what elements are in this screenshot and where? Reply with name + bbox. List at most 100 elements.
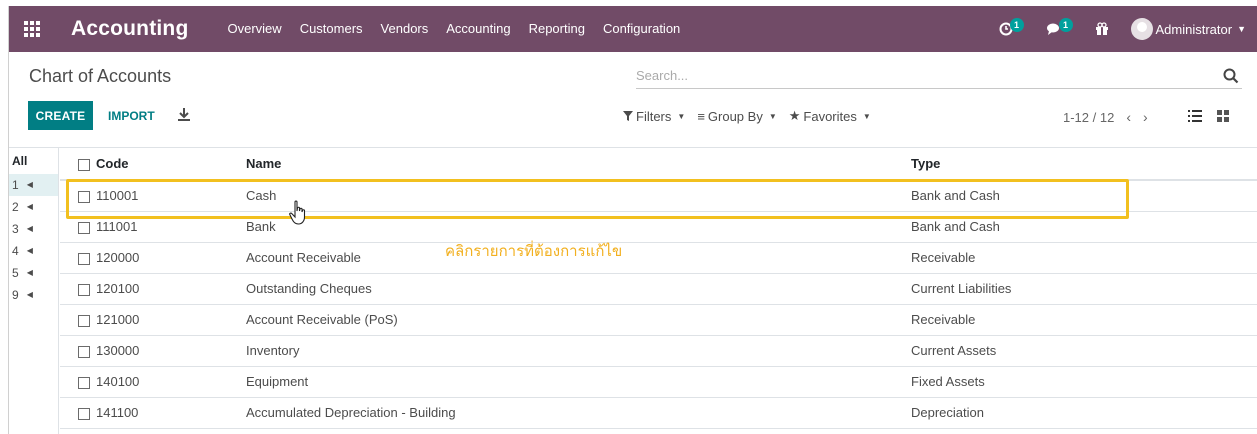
list-icon (1188, 110, 1202, 122)
activity-menu[interactable]: 1 (988, 6, 1035, 52)
table-row[interactable]: 120100 Outstanding Cheques Current Liabi… (60, 273, 1257, 305)
cell-code: 111001 (96, 211, 246, 243)
table-row[interactable]: 130000 Inventory Current Assets (60, 335, 1257, 367)
cell-type: Receivable (911, 242, 1257, 274)
cell-name: Outstanding Cheques (246, 273, 911, 305)
messages-badge: 1 (1058, 18, 1073, 32)
cell-code: 120100 (96, 273, 246, 305)
star-icon: ★ (788, 108, 801, 123)
column-header-type[interactable]: Type (911, 148, 1257, 181)
row-checkbox[interactable] (78, 252, 90, 265)
select-all-cell (60, 148, 96, 181)
table-row[interactable]: 110001 Cash Bank and Cash (60, 180, 1257, 212)
table-row[interactable]: 111001 Bank Bank and Cash (60, 211, 1257, 243)
accounts-list: Code Name Type 110001 Cash Bank and Cash… (60, 148, 1257, 429)
cell-code: 130000 (96, 335, 246, 367)
caret-left-icon: ◀ (26, 246, 33, 255)
cell-type: Current Assets (911, 335, 1257, 367)
caret-left-icon: ◀ (26, 290, 33, 299)
row-checkbox[interactable] (78, 345, 90, 358)
user-name: Administrator (1155, 21, 1233, 37)
hand-pointer-icon (289, 200, 306, 225)
sidebar-item-1[interactable]: 1 ◀ (9, 174, 58, 196)
sidebar-item-label: 2 (12, 200, 19, 214)
kanban-view-button[interactable] (1209, 104, 1237, 128)
list-view-button[interactable] (1181, 104, 1209, 128)
cell-code: 140100 (96, 366, 246, 398)
sidebar-item-5[interactable]: 5 ◀ (9, 262, 58, 284)
menu-configuration[interactable]: Configuration (594, 6, 689, 52)
table-header-row: Code Name Type (60, 148, 1257, 181)
sidebar-item-2[interactable]: 2 ◀ (9, 196, 58, 218)
cell-type: Receivable (911, 304, 1257, 336)
group-by-dropdown[interactable]: ≡ Group By ▼ (697, 109, 776, 124)
cell-type: Depreciation (911, 397, 1257, 429)
download-icon[interactable] (176, 107, 192, 123)
table-row[interactable]: 140100 Equipment Fixed Assets (60, 366, 1257, 398)
cell-name: Account Receivable (PoS) (246, 304, 911, 336)
group-by-label: Group By (707, 108, 763, 124)
main-menu: Overview Customers Vendors Accounting Re… (219, 6, 690, 52)
sidebar-item-label: 1 (12, 178, 19, 192)
sidebar-item-label: 3 (12, 222, 19, 236)
cell-type: Current Liabilities (911, 273, 1257, 305)
table-row[interactable]: 120000 Account Receivable Receivable (60, 242, 1257, 274)
caret-down-icon: ▼ (768, 111, 777, 121)
accounts-table: Code Name Type 110001 Cash Bank and Cash… (60, 148, 1257, 429)
import-button[interactable]: IMPORT (108, 101, 155, 130)
caret-left-icon: ◀ (26, 268, 33, 277)
control-panel: Chart of Accounts CREATE IMPORT Filters … (9, 52, 1257, 148)
row-checkbox[interactable] (78, 221, 90, 234)
menu-customers[interactable]: Customers (291, 6, 372, 52)
row-checkbox[interactable] (78, 314, 90, 327)
cell-type: Bank and Cash (911, 211, 1257, 243)
menu-accounting[interactable]: Accounting (437, 6, 519, 52)
pager-value[interactable]: 1-12 / 12 (1063, 110, 1114, 125)
create-button[interactable]: CREATE (28, 101, 93, 130)
page-title: Chart of Accounts (29, 66, 172, 86)
menu-vendors[interactable]: Vendors (372, 6, 438, 52)
menu-reporting[interactable]: Reporting (520, 6, 594, 52)
search-icon[interactable] (1222, 67, 1240, 85)
bars-icon: ≡ (697, 108, 705, 124)
kanban-icon (1217, 110, 1229, 122)
table-row[interactable]: 141100 Accumulated Depreciation - Buildi… (60, 397, 1257, 429)
menu-overview[interactable]: Overview (219, 6, 291, 52)
caret-left-icon: ◀ (26, 202, 33, 211)
cell-type: Bank and Cash (911, 180, 1257, 212)
row-checkbox[interactable] (78, 283, 90, 296)
select-all-checkbox[interactable] (78, 158, 90, 171)
search-bar (636, 63, 1242, 89)
sidebar-item-label: 4 (12, 244, 19, 258)
sidebar-item-label: 9 (12, 288, 19, 302)
column-header-code[interactable]: Code (96, 148, 246, 181)
sidebar-item-9[interactable]: 9 ◀ (9, 284, 58, 306)
sidebar-item-3[interactable]: 3 ◀ (9, 218, 58, 240)
avatar (1130, 18, 1153, 40)
pager: 1-12 / 12 ‹ › (1063, 109, 1148, 125)
chevron-right-icon[interactable]: › (1143, 109, 1148, 125)
row-checkbox[interactable] (78, 407, 90, 420)
sidebar-item-4[interactable]: 4 ◀ (9, 240, 58, 262)
filter-icon (623, 111, 633, 121)
column-header-name[interactable]: Name (246, 148, 911, 181)
activity-badge: 1 (1009, 18, 1024, 32)
filters-dropdown[interactable]: Filters ▼ (623, 109, 685, 124)
cell-name: Equipment (246, 366, 911, 398)
table-row[interactable]: 121000 Account Receivable (PoS) Receivab… (60, 304, 1257, 336)
systray: 1 1 Administrator ▼ (988, 6, 1257, 52)
apps-menu-icon[interactable] (9, 6, 55, 52)
row-checkbox[interactable] (78, 190, 90, 203)
user-menu[interactable]: Administrator ▼ (1120, 6, 1257, 52)
app-window: Accounting Overview Customers Vendors Ac… (8, 6, 1257, 434)
favorites-dropdown[interactable]: ★ Favorites ▼ (789, 108, 871, 124)
search-input[interactable] (636, 63, 1196, 87)
row-checkbox[interactable] (78, 376, 90, 389)
app-title[interactable]: Accounting (71, 17, 189, 41)
caret-down-icon: ▼ (677, 111, 686, 121)
chevron-left-icon[interactable]: ‹ (1126, 109, 1131, 125)
top-navbar: Accounting Overview Customers Vendors Ac… (9, 6, 1257, 52)
gift-menu[interactable] (1084, 6, 1120, 52)
sidebar-item-all[interactable]: All (9, 148, 58, 174)
messaging-menu[interactable]: 1 (1035, 6, 1084, 52)
